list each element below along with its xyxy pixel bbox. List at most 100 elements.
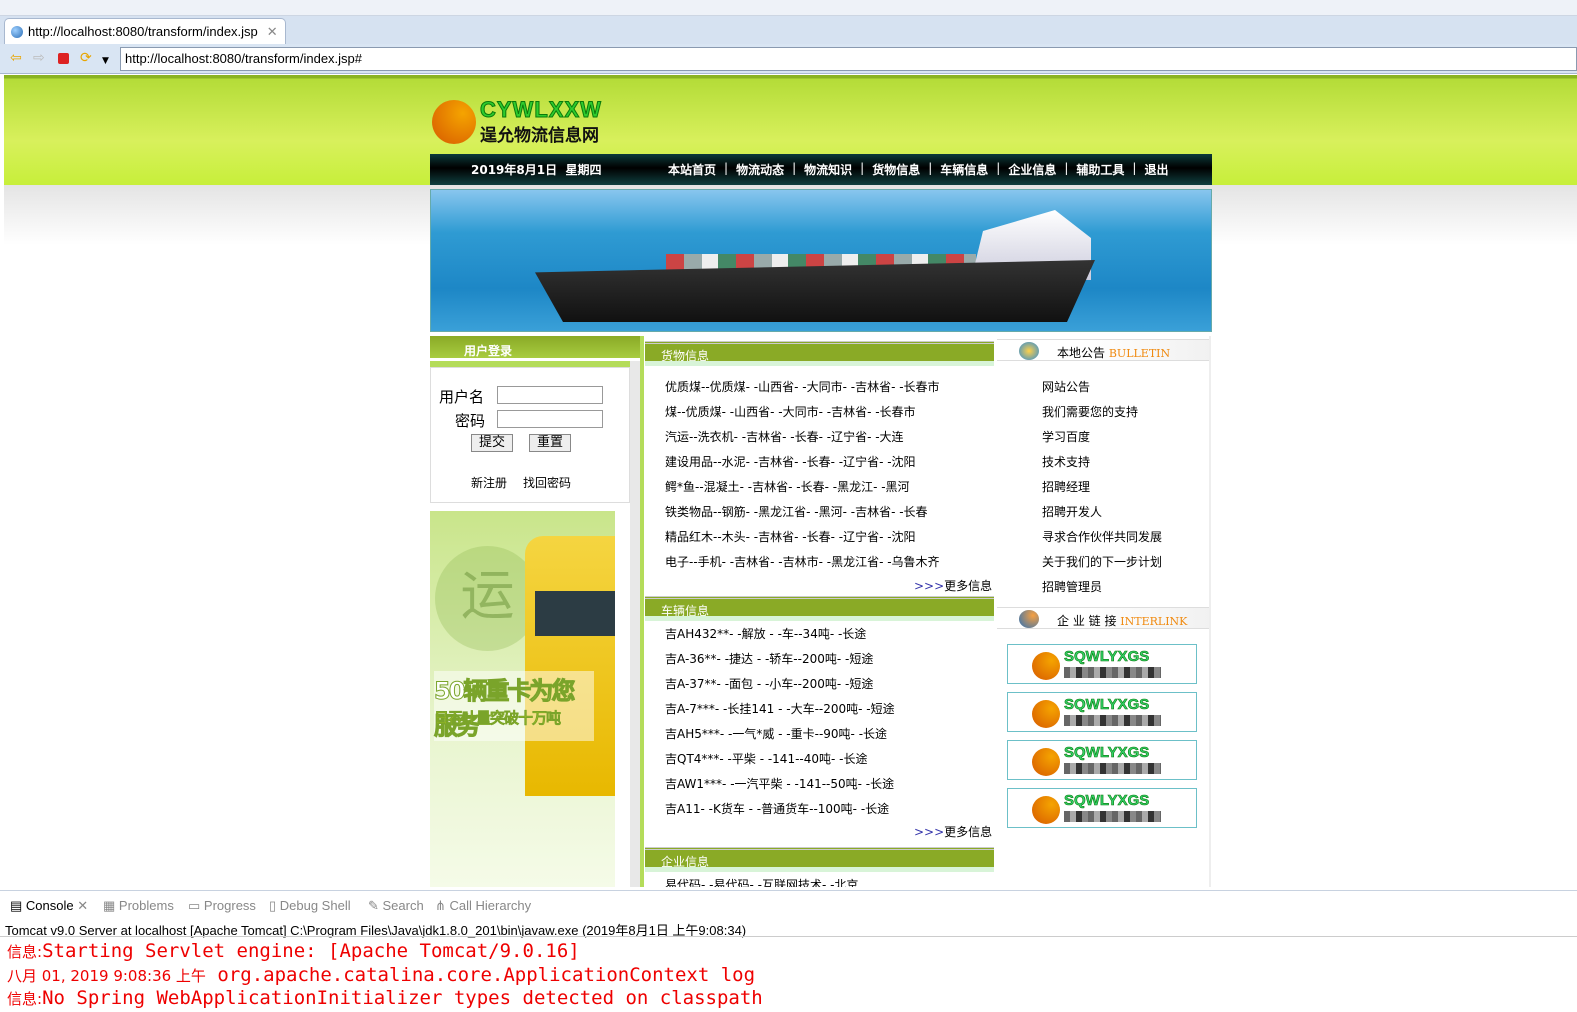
bulletin-item[interactable]: 招聘经理 xyxy=(1042,478,1090,495)
console-line: 信息:No Spring WebApplicationInitializer t… xyxy=(7,987,763,1009)
cargo-item[interactable]: 汽运--洗衣机- -吉林省- -长春- -辽宁省- -大连 xyxy=(665,428,904,445)
cargo-item[interactable]: 鳄*鱼--混凝土- -吉林省- -长春- -黑龙江- -黑河 xyxy=(665,478,910,495)
interlink-title-en: INTERLINK xyxy=(1120,615,1188,628)
tab-label: Console xyxy=(25,898,74,913)
nav-home[interactable]: 本站首页 xyxy=(668,161,716,178)
cargo-item[interactable]: 电子--手机- -吉林省- -吉林市- -黑龙江省- -乌鲁木齐 xyxy=(665,553,940,570)
pixelated-subtitle xyxy=(1064,667,1161,678)
more-label: 更多信息 xyxy=(944,579,993,593)
recover-password-link[interactable]: 找回密码 xyxy=(523,474,571,491)
bulletin-item[interactable]: 招聘管理员 xyxy=(1042,578,1102,595)
cargo-item[interactable]: 精品红木--木头- -吉林省- -长春- -辽宁省- -沈阳 xyxy=(665,528,916,545)
login-form: 用户名 密码 提交 重置 新注册 找回密码 xyxy=(430,367,630,503)
partner-link[interactable]: SQWLYXGS xyxy=(1007,788,1197,828)
cargo-item[interactable]: 煤--优质煤- -山西省- -大同市- -吉林省- -长春市 xyxy=(665,403,916,420)
vehicle-item[interactable]: 吉AW1***- -一汽平柴 - -141--50吨- -长途 xyxy=(665,775,894,792)
more-arrows: >>> xyxy=(914,825,945,839)
vehicle-item[interactable]: 吉AH432**- -解放 - -车--34吨- -长途 xyxy=(665,625,866,642)
tab-progress[interactable]: ▭ Progress xyxy=(188,898,256,914)
browser-tab[interactable]: http://localhost:8080/transform/index.js… xyxy=(4,18,286,44)
tab-call-hierarchy[interactable]: ⋔ Call Hierarchy xyxy=(435,898,531,914)
pixelated-subtitle xyxy=(1064,763,1161,774)
bulletin-item[interactable]: 招聘开发人 xyxy=(1042,503,1102,520)
close-tab-icon[interactable]: ✕ xyxy=(267,24,278,40)
password-input[interactable] xyxy=(497,410,603,428)
partner-link[interactable]: SQWLYXGS xyxy=(1007,740,1197,780)
nav-logistics-news[interactable]: 物流动态 xyxy=(736,161,784,178)
enterprise-item[interactable]: 易代码- -易代码- -互联网技术- -北京 xyxy=(665,876,858,887)
back-icon[interactable]: ⇦ xyxy=(10,51,22,65)
cargo-item[interactable]: 优质煤--优质煤- -山西省- -大同市- -吉林省- -长春市 xyxy=(665,378,940,395)
nav-logout[interactable]: 退出 xyxy=(1144,161,1168,178)
log-text: No Spring WebApplicationInitializer type… xyxy=(42,987,763,1009)
nav-tools[interactable]: 辅助工具 xyxy=(1076,161,1124,178)
close-icon[interactable]: ✕ xyxy=(77,898,88,913)
globe-link-icon xyxy=(1019,610,1039,628)
more-arrows: >>> xyxy=(914,579,945,593)
bulletin-title-en: BULLETIN xyxy=(1108,347,1171,360)
vehicle-item[interactable]: 吉AH5***- -一气*威 - -重卡--90吨- -长途 xyxy=(665,725,887,742)
nav-vehicle[interactable]: 车辆信息 xyxy=(940,161,988,178)
ship-banner xyxy=(430,189,1212,332)
bulletin-item[interactable]: 关于我们的下一步计划 xyxy=(1042,553,1162,570)
partner-name: SQWLYXGS xyxy=(1064,696,1150,714)
ad-subslogan: 日吞吐量突破十万吨 xyxy=(434,709,562,728)
vehicle-item[interactable]: 吉A-37**- -面包 - -小车--200吨- -短途 xyxy=(665,675,873,692)
tab-label: Problems xyxy=(118,898,174,913)
vehicle-item[interactable]: 吉A-36**- -捷达 - -轿车--200吨- -短途 xyxy=(665,650,873,667)
web-page: CYWLXXW 逞允物流信息网 2019年8月1日 星期四 本站首页 | 物流动态… xyxy=(4,75,1577,887)
site-logo[interactable]: CYWLXXW 逞允物流信息网 xyxy=(430,95,620,146)
submit-button[interactable]: 提交 xyxy=(471,434,513,452)
left-side xyxy=(630,361,640,887)
nav-cargo[interactable]: 货物信息 xyxy=(872,161,920,178)
console-tabs: ▤ Console ✕ ▦ Problems ▭ Progress ▯ Debu… xyxy=(0,890,1577,916)
console-line: 信息:Starting Servlet engine: [Apache Tomc… xyxy=(7,940,580,962)
cargo-more-link[interactable]: >>>更多信息 xyxy=(914,577,992,594)
register-link[interactable]: 新注册 xyxy=(471,474,507,491)
tab-debug-shell[interactable]: ▯ Debug Shell xyxy=(269,898,351,914)
globe-icon xyxy=(11,25,23,38)
partner-link[interactable]: SQWLYXGS xyxy=(1007,644,1197,684)
vehicle-item[interactable]: 吉QT4***- -平柴 - -141--40吨- -长途 xyxy=(665,750,867,767)
current-date: 2019年8月1日 星期四 xyxy=(471,163,602,177)
username-input[interactable] xyxy=(497,386,603,404)
reset-button[interactable]: 重置 xyxy=(529,434,571,452)
enterprise-header: 企业信息 xyxy=(645,847,994,872)
password-label: 密码 xyxy=(455,412,486,430)
vehicle-item[interactable]: 吉A-7***- -长挂141 - -大车--200吨- -短途 xyxy=(665,700,895,717)
ship-hull xyxy=(535,260,1095,322)
vehicle-item[interactable]: 吉A11- -K货车 - -普通货车--100吨- -长途 xyxy=(665,800,889,817)
megaphone-icon xyxy=(1019,342,1039,360)
bulletin-item[interactable]: 网站公告 xyxy=(1042,378,1090,395)
forward-icon[interactable]: ⇨ xyxy=(33,51,45,65)
logo-cn: 逞允物流信息网 xyxy=(480,126,599,146)
log-prefix: 八月 01, 2019 9:08:36 上午 xyxy=(7,967,206,985)
partner-link[interactable]: SQWLYXGS xyxy=(1007,692,1197,732)
main-nav: 2019年8月1日 星期四 本站首页 | 物流动态 | 物流知识 | 货物信息 | 车辆… xyxy=(430,154,1212,185)
more-label: 更多信息 xyxy=(944,825,993,839)
nav-enterprise[interactable]: 企业信息 xyxy=(1008,161,1056,178)
partner-name: SQWLYXGS xyxy=(1064,792,1150,810)
tab-console[interactable]: ▤ Console ✕ xyxy=(10,898,88,914)
bulletin-item[interactable]: 学习百度 xyxy=(1042,428,1090,445)
vehicle-more-link[interactable]: >>>更多信息 xyxy=(914,823,992,840)
refresh-icon[interactable]: ⟳ xyxy=(80,51,92,65)
cargo-item[interactable]: 建设用品--水泥- -吉林省- -长春- -辽宁省- -沈阳 xyxy=(665,453,916,470)
cargo-item[interactable]: 铁类物品--钢筋- -黑龙江省- -黑河- -吉林省- -长春 xyxy=(665,503,928,520)
bulletin-item[interactable]: 我们需要您的支持 xyxy=(1042,403,1138,420)
console-line: 八月 01, 2019 9:08:36 上午 org.apache.catali… xyxy=(7,964,755,986)
stop-icon[interactable] xyxy=(58,53,69,64)
truck-ad[interactable]: 运 50辆重卡为您服务 日吞吐量突破十万吨 xyxy=(430,511,615,887)
log-text: Starting Servlet engine: [Apache Tomcat/… xyxy=(42,940,580,962)
url-input[interactable]: http://localhost:8080/transform/index.js… xyxy=(120,47,1577,71)
tab-problems[interactable]: ▦ Problems xyxy=(103,898,174,914)
bulletin-item[interactable]: 寻求合作伙伴共同发展 xyxy=(1042,528,1162,545)
truck-image xyxy=(525,536,615,796)
bulletin-item[interactable]: 技术支持 xyxy=(1042,453,1090,470)
tab-search[interactable]: ✎ Search xyxy=(368,898,424,914)
nav-logistics-knowledge[interactable]: 物流知识 xyxy=(804,161,852,178)
dropdown-icon[interactable]: ▼ xyxy=(102,54,109,68)
pixelated-subtitle xyxy=(1064,811,1161,822)
tab-label: Call Hierarchy xyxy=(449,898,532,913)
bulletin-title: 本地公告 xyxy=(1057,346,1106,360)
